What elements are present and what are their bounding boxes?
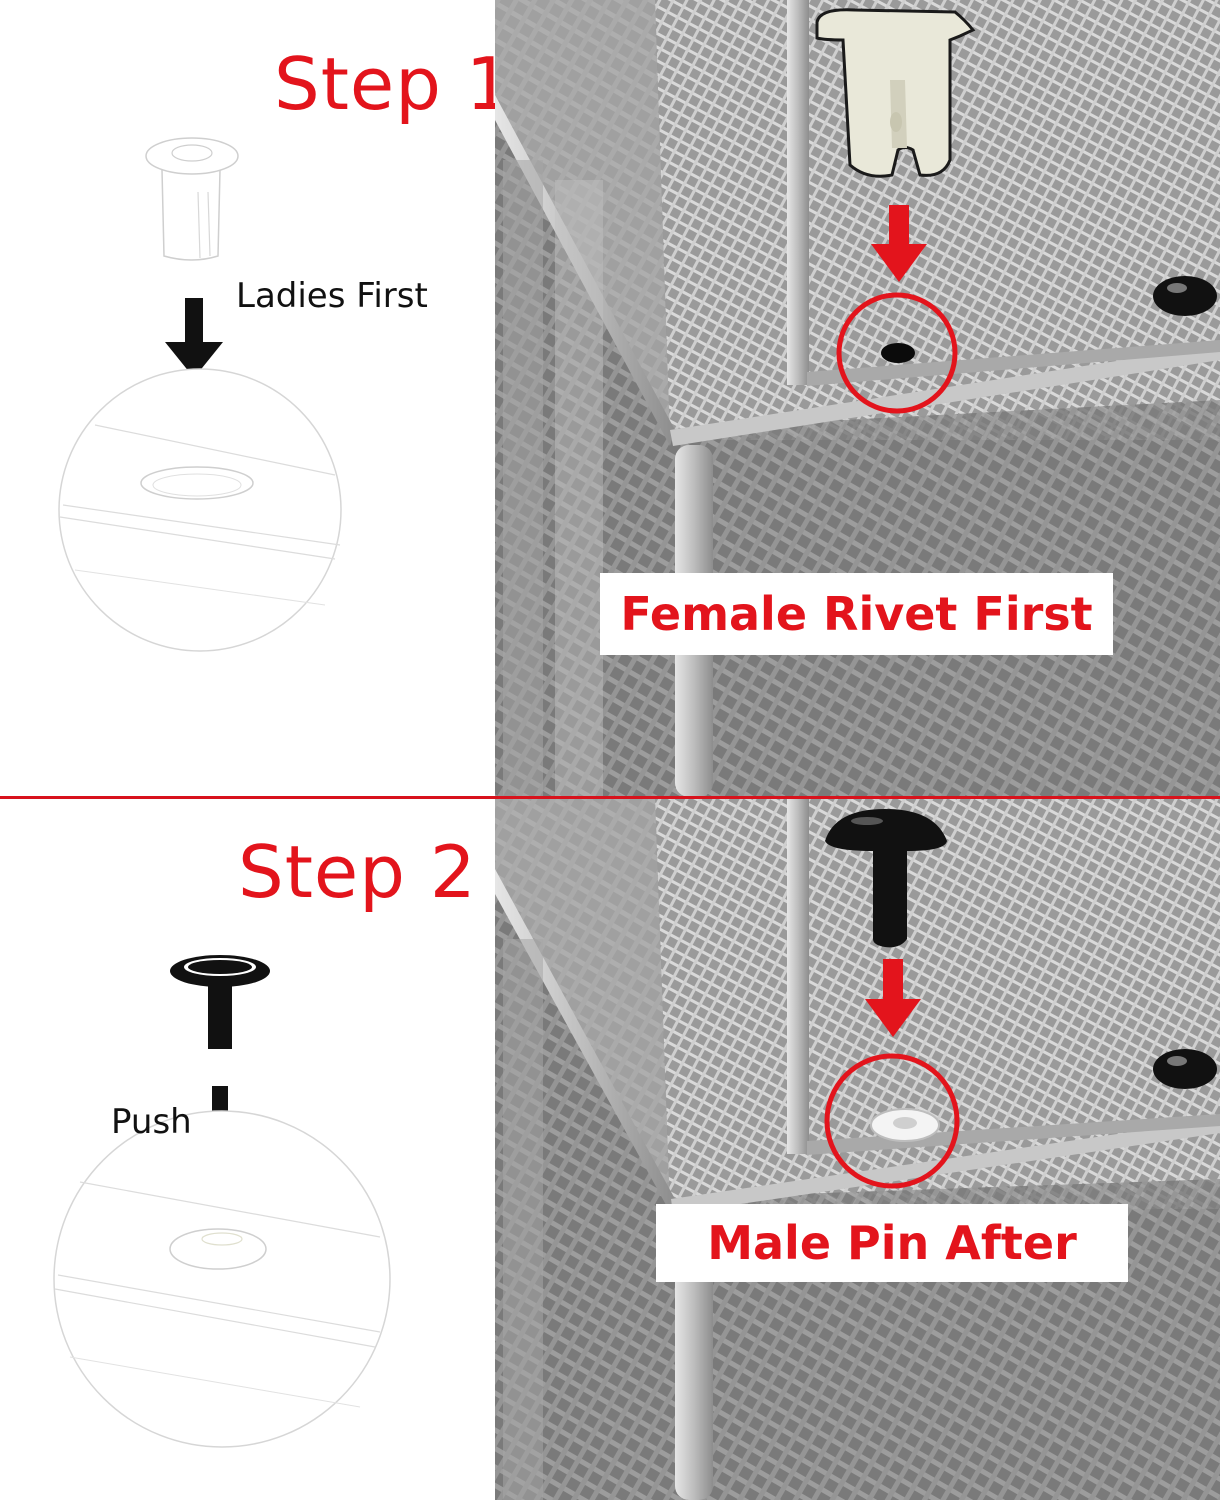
female-rivet-first-callout: Female Rivet First	[600, 573, 1113, 655]
hole-detail-circle	[58, 368, 342, 652]
step-2-panel: Push Step 2 Male Pin After	[0, 799, 1220, 1500]
step-1-title: Step 1	[274, 42, 513, 126]
push-label: Push	[111, 1102, 192, 1142]
female-rivet-outline-icon	[145, 137, 239, 261]
step-2-title: Step 2	[238, 830, 477, 914]
ladies-first-label: Ladies First	[236, 276, 428, 316]
step-1-photo: Female Rivet First	[495, 0, 1220, 797]
step-1-diagram-pane: Ladies First Step 1	[0, 0, 512, 797]
mesh-shelf-photo	[495, 0, 1220, 797]
male-pin-icon	[170, 955, 270, 1049]
male-pin-after-callout: Male Pin After	[656, 1204, 1128, 1282]
step-2-diagram-pane: Push Step 2	[0, 799, 495, 1500]
step-1-panel: Ladies First Step 1 Female Rivet First	[0, 0, 1220, 797]
pin-detail-circle	[53, 1110, 391, 1448]
step-2-photo: Male Pin After	[495, 799, 1220, 1500]
mesh-shelf-photo-2	[495, 799, 1220, 1500]
